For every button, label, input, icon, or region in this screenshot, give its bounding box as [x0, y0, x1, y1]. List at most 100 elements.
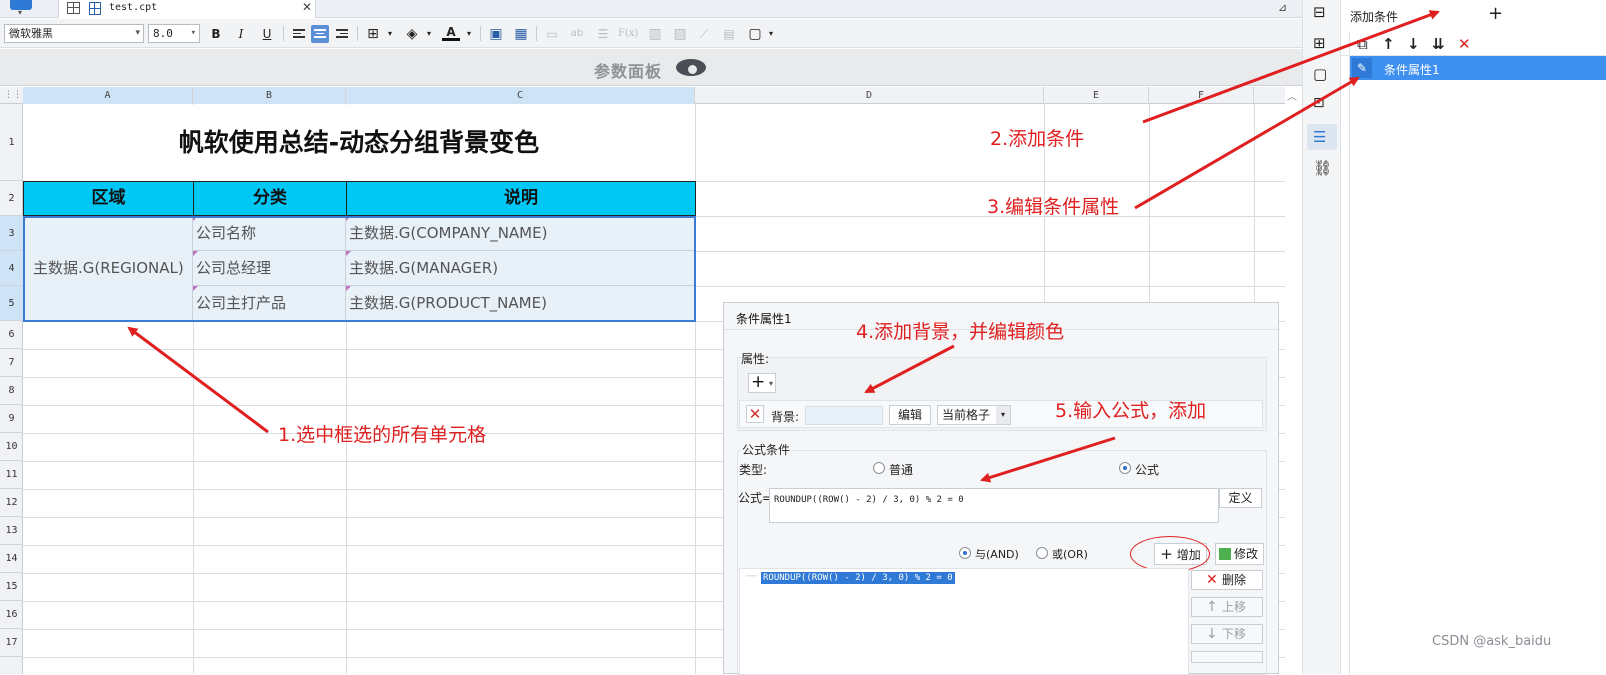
data-cell-description[interactable]: 主数据.G(PRODUCT_NAME): [346, 286, 695, 321]
table-icon[interactable]: ▦: [512, 25, 530, 43]
formula-icon[interactable]: F(x): [618, 25, 638, 43]
list-icon[interactable]: ☰: [594, 25, 612, 43]
column-header-e[interactable]: E: [1044, 87, 1149, 104]
data-cell-category[interactable]: 公司主打产品: [193, 286, 346, 321]
row-header-1[interactable]: 1: [0, 104, 23, 181]
underline-button[interactable]: U: [258, 25, 276, 43]
chart-icon[interactable]: ▥: [646, 25, 664, 43]
border-button[interactable]: ⊞: [364, 25, 382, 43]
arrow-up-icon[interactable]: ↑: [1382, 35, 1395, 53]
report-title-cell[interactable]: 帆软使用总结-动态分组背景变色: [23, 105, 695, 181]
type-normal-radio[interactable]: [873, 462, 885, 474]
cell-attribute-icon[interactable]: ⊟: [1313, 3, 1331, 21]
app-menu-caret-icon[interactable]: ▾: [18, 8, 22, 17]
text-icon[interactable]: ab: [568, 25, 586, 43]
data-cell-description[interactable]: 主数据.G(COMPANY_NAME): [346, 216, 695, 251]
edit-background-button[interactable]: 编辑: [889, 405, 931, 425]
row-header-2[interactable]: 2: [0, 181, 23, 216]
font-family-select[interactable]: 微软雅黑 ▾: [4, 24, 144, 43]
column-header-a[interactable]: A: [23, 87, 193, 104]
data-cell-category[interactable]: 公司总经理: [193, 251, 346, 286]
and-radio[interactable]: [959, 547, 971, 559]
condition-panel: 添加条件 + ⧉ ↑ ↓ ⇊ ✕ ✎ 条件属性1: [1341, 0, 1606, 674]
row-header-16[interactable]: 16: [0, 601, 23, 629]
data-cell-description[interactable]: 主数据.G(MANAGER): [346, 251, 695, 286]
delete-formula-button[interactable]: ✕ 删除: [1191, 570, 1263, 590]
chevron-down-icon[interactable]: ▾: [762, 25, 780, 43]
align-right-button[interactable]: [333, 25, 351, 43]
row-header-12[interactable]: 12: [0, 489, 23, 517]
chevron-down-icon[interactable]: ▾: [460, 25, 478, 43]
column-header-d[interactable]: D: [695, 87, 1044, 104]
widget-settings-icon[interactable]: ⊞: [1313, 34, 1331, 52]
row-header-4[interactable]: 4: [0, 251, 23, 286]
header-cell-region[interactable]: 区域: [23, 181, 194, 216]
add-formula-button[interactable]: + 增加: [1154, 543, 1207, 565]
type-formula-radio[interactable]: [1119, 462, 1131, 474]
close-tab-icon[interactable]: ✕: [302, 0, 312, 14]
move-bottom-icon[interactable]: ⇊: [1432, 35, 1445, 53]
document-icon[interactable]: ▤: [720, 25, 738, 43]
parameter-panel-label[interactable]: 参数面板: [594, 58, 662, 82]
condition-formula-list[interactable]: ┈┈ ROUNDUP((ROW() - 2) / 3, 0) % 2 = 0: [739, 568, 1189, 675]
row-header-5[interactable]: 5: [0, 286, 23, 321]
data-cell-category[interactable]: 公司名称: [193, 216, 346, 251]
eye-icon[interactable]: [676, 59, 706, 76]
font-color-icon[interactable]: A: [442, 25, 460, 41]
condition-formula-item[interactable]: ROUNDUP((ROW() - 2) / 3, 0) % 2 = 0: [761, 572, 955, 584]
formula-input[interactable]: ROUNDUP((ROW() - 2) / 3, 0) % 2 = 0: [769, 488, 1219, 523]
condition-attribute-icon[interactable]: ☰: [1313, 128, 1331, 146]
arrow-down-icon[interactable]: ↓: [1407, 35, 1420, 53]
italic-button[interactable]: I: [232, 25, 250, 43]
dropdown-widget-icon[interactable]: ⊡: [1313, 95, 1331, 113]
modify-formula-button[interactable]: 修改: [1215, 543, 1264, 565]
move-up-button[interactable]: ↑ 上移: [1191, 597, 1263, 617]
add-attribute-button[interactable]: + ▾: [748, 373, 776, 393]
condition-list-item[interactable]: ✎ 条件属性1: [1350, 56, 1606, 80]
row-header-10[interactable]: 10: [0, 433, 23, 461]
column-header-c[interactable]: C: [346, 87, 695, 104]
chevron-up-icon[interactable]: ︿: [1287, 88, 1297, 103]
frozen-icon[interactable]: ▣: [487, 25, 505, 43]
header-cell-description[interactable]: 说明: [346, 181, 696, 216]
bold-button[interactable]: B: [207, 25, 225, 43]
background-color-swatch[interactable]: [805, 406, 883, 425]
define-formula-button[interactable]: 定义: [1219, 488, 1262, 508]
link-icon[interactable]: ▭: [543, 25, 561, 43]
row-header-17[interactable]: 17: [0, 629, 23, 657]
row-header-7[interactable]: 7: [0, 349, 23, 377]
apply-scope-select[interactable]: 当前格子 ▾: [937, 405, 1011, 425]
column-header-b[interactable]: B: [193, 87, 346, 104]
frame-icon[interactable]: ▢: [1313, 65, 1331, 83]
row-header-15[interactable]: 15: [0, 573, 23, 601]
partial-button[interactable]: [1191, 651, 1263, 663]
delete-icon[interactable]: ✕: [1458, 35, 1471, 53]
row-header-11[interactable]: 11: [0, 461, 23, 489]
row-header: 1 2 3 4 5 6 7 8 9 10 11 12 13 14 15 16 1…: [0, 104, 23, 674]
align-center-button[interactable]: [311, 25, 329, 43]
hyperlink-icon[interactable]: ⛓: [1313, 159, 1332, 177]
slash-icon[interactable]: ⟋: [695, 25, 713, 43]
or-radio[interactable]: [1036, 547, 1048, 559]
row-header-8[interactable]: 8: [0, 377, 23, 405]
chevron-down-icon[interactable]: ▾: [420, 25, 438, 43]
fill-color-icon[interactable]: ◈: [403, 25, 421, 43]
remove-attribute-button[interactable]: ✕: [746, 405, 764, 423]
add-condition-button[interactable]: +: [1488, 3, 1503, 24]
row-header-14[interactable]: 14: [0, 545, 23, 573]
pin-icon[interactable]: ⊿: [1278, 1, 1287, 14]
chevron-down-icon[interactable]: ▾: [381, 25, 399, 43]
move-down-button[interactable]: ↓ 下移: [1191, 624, 1263, 644]
row-header-13[interactable]: 13: [0, 517, 23, 545]
align-left-button[interactable]: [290, 25, 308, 43]
copy-icon[interactable]: ⧉: [1357, 35, 1368, 53]
data-cell-region[interactable]: 主数据.G(REGIONAL): [23, 216, 193, 321]
header-cell-category[interactable]: 分类: [193, 181, 347, 216]
row-header-3[interactable]: 3: [0, 216, 23, 251]
row-header-9[interactable]: 9: [0, 405, 23, 433]
font-size-select[interactable]: 8.0 ▾: [148, 24, 200, 43]
column-header-f[interactable]: F: [1149, 87, 1254, 104]
image-icon[interactable]: ▨: [671, 25, 689, 43]
row-header-6[interactable]: 6: [0, 321, 23, 349]
file-tab[interactable]: test.cpt ✕: [58, 0, 316, 18]
